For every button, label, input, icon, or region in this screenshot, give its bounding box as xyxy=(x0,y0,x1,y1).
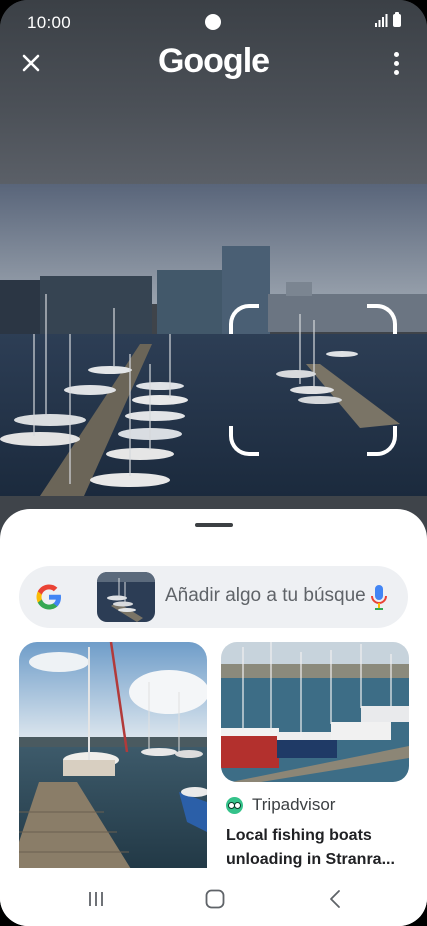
search-bar[interactable]: Añadir algo a tu búsque xyxy=(19,566,408,628)
battery-icon xyxy=(393,12,401,27)
system-nav-bar xyxy=(0,868,427,926)
google-logo-title: Google xyxy=(157,42,270,80)
status-icons xyxy=(375,12,401,27)
mic-icon[interactable] xyxy=(369,583,389,611)
sheet-drag-handle[interactable] xyxy=(195,523,233,527)
signal-icon xyxy=(375,14,388,27)
query-image-thumbnail[interactable] xyxy=(97,572,155,622)
status-bar: 10:00 xyxy=(0,0,427,44)
crop-handle-top-right[interactable] xyxy=(367,304,397,334)
status-time: 10:00 xyxy=(27,13,72,32)
back-icon xyxy=(330,890,340,908)
recent-apps-icon xyxy=(89,892,103,906)
tripadvisor-icon xyxy=(226,796,243,814)
result-card-image[interactable] xyxy=(19,642,207,882)
app-bar: Google xyxy=(0,42,427,84)
home-icon xyxy=(205,889,225,909)
results-sheet: Añadir algo a tu búsque Tripadvisor Loca… xyxy=(0,509,427,926)
home-button[interactable] xyxy=(195,884,235,914)
result-source[interactable]: Tripadvisor xyxy=(226,795,335,815)
source-name: Tripadvisor xyxy=(252,795,336,814)
crop-handle-bottom-right[interactable] xyxy=(367,426,397,456)
more-vert-icon xyxy=(393,51,399,57)
search-input[interactable]: Añadir algo a tu búsque xyxy=(165,585,365,607)
front-camera xyxy=(205,14,221,30)
phone-screen: 10:00 Google Añadir algo a tu búsque Tri… xyxy=(0,0,427,926)
back-button[interactable] xyxy=(316,884,356,914)
crop-selection-box[interactable] xyxy=(229,304,397,456)
result-title[interactable]: Local fishing boats unloading in Stranra… xyxy=(226,824,408,872)
recent-apps-button[interactable] xyxy=(76,884,116,914)
result-card-tripadvisor-image[interactable] xyxy=(221,642,409,782)
crop-handle-bottom-left[interactable] xyxy=(229,426,259,456)
google-g-icon xyxy=(36,584,61,610)
crop-handle-top-left[interactable] xyxy=(229,304,259,334)
more-options-button[interactable] xyxy=(381,48,411,78)
